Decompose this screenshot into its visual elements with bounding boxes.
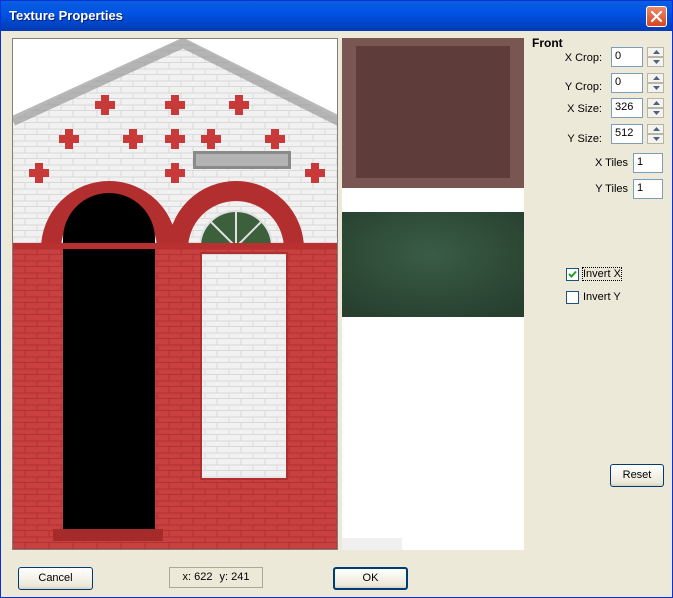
cursor-y: y: 241 [219, 571, 250, 583]
x-size-field[interactable]: 326 [611, 98, 643, 118]
close-button[interactable] [646, 6, 667, 27]
spin-up-button[interactable] [647, 124, 664, 134]
texture-properties-dialog: Texture Properties Front X Crop: 0 Y Cro… [0, 0, 673, 598]
cursor-x: x: 622 [182, 571, 213, 583]
arrow-down-icon [653, 111, 660, 115]
y-size-field[interactable]: 512 [611, 124, 643, 144]
section-title: Front [532, 36, 563, 50]
spin-down-button[interactable] [647, 134, 664, 144]
invert-x-checkbox[interactable] [566, 268, 579, 281]
y-size-label: Y Size: [567, 133, 602, 145]
title-bar[interactable]: Texture Properties [1, 1, 672, 31]
ok-button[interactable]: OK [333, 567, 408, 590]
arrow-up-icon [653, 101, 660, 105]
arrow-down-icon [653, 137, 660, 141]
x-crop-field[interactable]: 0 [611, 47, 643, 67]
y-tiles-field[interactable]: 1 [633, 179, 663, 199]
arrow-up-icon [653, 76, 660, 80]
invert-x-label[interactable]: Invert X [582, 267, 622, 281]
spin-up-button[interactable] [647, 73, 664, 83]
check-icon [568, 270, 577, 278]
x-crop-label: X Crop: [564, 52, 602, 64]
y-crop-field[interactable]: 0 [611, 73, 643, 93]
x-tiles-label: X Tiles [594, 157, 628, 169]
reset-button[interactable]: Reset [610, 464, 664, 487]
texture-preview [342, 38, 524, 550]
x-tiles-field[interactable]: 1 [633, 153, 663, 173]
y-tiles-label: Y Tiles [595, 183, 628, 195]
y-crop-spinner[interactable] [647, 73, 664, 93]
invert-y-checkbox[interactable] [566, 291, 579, 304]
x-size-spinner[interactable] [647, 98, 664, 118]
spin-up-button[interactable] [647, 47, 664, 57]
arrow-up-icon [653, 50, 660, 54]
y-size-spinner[interactable] [647, 124, 664, 144]
close-icon [650, 10, 663, 23]
x-crop-spinner[interactable] [647, 47, 664, 67]
spin-down-button[interactable] [647, 57, 664, 67]
cursor-coordinates: x: 622 y: 241 [169, 567, 263, 588]
spin-down-button[interactable] [647, 83, 664, 93]
invert-y-label[interactable]: Invert Y [583, 291, 621, 303]
window-title: Texture Properties [9, 8, 123, 23]
arrow-up-icon [653, 127, 660, 131]
texture-image[interactable] [12, 38, 338, 550]
spin-down-button[interactable] [647, 108, 664, 118]
spin-up-button[interactable] [647, 98, 664, 108]
arrow-down-icon [653, 86, 660, 90]
x-size-label: X Size: [567, 103, 602, 115]
cancel-button[interactable]: Cancel [18, 567, 93, 590]
y-crop-label: Y Crop: [564, 81, 602, 93]
arrow-down-icon [653, 60, 660, 64]
